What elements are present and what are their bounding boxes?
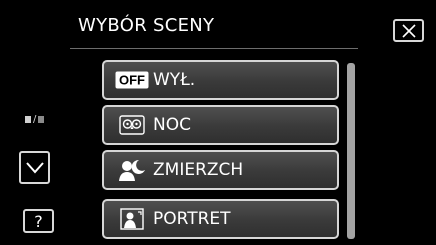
- twilight-icon: [119, 159, 145, 181]
- menu-item-label: PORTRET: [153, 209, 231, 229]
- menu-item-portrait[interactable]: PORTRET: [102, 199, 339, 239]
- scroll-down-button[interactable]: [19, 151, 50, 184]
- menu-item-night[interactable]: NOC: [102, 105, 339, 145]
- portrait-icon: [120, 208, 144, 230]
- page-toggle-icon: /: [25, 114, 45, 125]
- menu-item-label: ZMIERZCH: [153, 160, 244, 180]
- close-button[interactable]: [393, 19, 424, 42]
- close-icon: [401, 23, 416, 38]
- scene-select-screen: WYBÓR SCENY / ? OFF WYŁ. NOC ZMIERZCH PO…: [0, 0, 436, 245]
- header-divider: [70, 48, 358, 49]
- menu-item-twilight[interactable]: ZMIERZCH: [102, 150, 339, 190]
- page-title: WYBÓR SCENY: [78, 15, 215, 36]
- menu-item-label: NOC: [153, 115, 191, 135]
- scrollbar[interactable]: [347, 63, 355, 239]
- off-icon: OFF: [115, 71, 149, 89]
- help-label: ?: [34, 211, 43, 231]
- menu-item-off[interactable]: OFF WYŁ.: [102, 60, 339, 100]
- chevron-down-icon: [25, 161, 44, 174]
- off-icon-text: OFF: [119, 73, 145, 88]
- help-button[interactable]: ?: [23, 209, 54, 233]
- menu-item-label: WYŁ.: [153, 70, 196, 90]
- owl-icon: [119, 115, 145, 135]
